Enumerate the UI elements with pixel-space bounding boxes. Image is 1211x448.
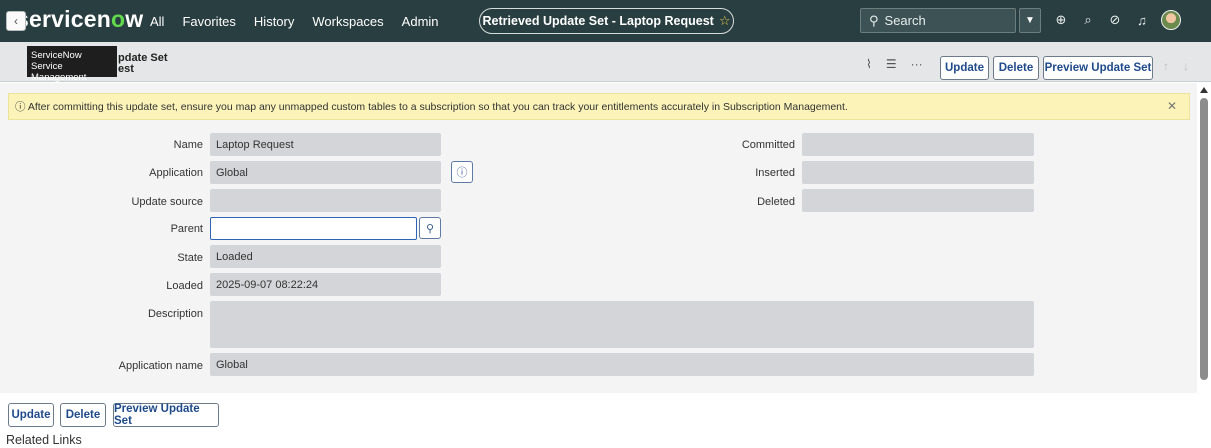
state-field: Loaded <box>210 245 441 268</box>
servicenow-logo[interactable]: servicenow <box>16 6 143 33</box>
globe-icon[interactable]: ⊕ <box>1053 12 1069 28</box>
loaded-label: Loaded <box>166 280 203 292</box>
description-field <box>210 301 1034 348</box>
product-tooltip: ServiceNow Service Management <box>27 46 117 83</box>
form-title: pdate Set est <box>118 53 168 75</box>
related-links-heading: Related Links <box>6 433 82 447</box>
nav-favorites[interactable]: Favorites <box>182 14 235 29</box>
close-icon[interactable]: ✕ <box>1167 99 1177 113</box>
search-icon: ⚲ <box>425 222 435 235</box>
record-navigation: ↑ ↓ <box>1163 59 1189 73</box>
notification-bell-icon[interactable]: ♫ <box>1134 13 1150 28</box>
nav-links: All Favorites History Workspaces Admin <box>150 0 457 42</box>
header-icons: ⌇ ☰ ··· <box>866 57 923 71</box>
nav-admin[interactable]: Admin <box>402 14 439 29</box>
application-info-button[interactable]: ⓘ <box>451 161 473 183</box>
state-label: State <box>177 252 203 264</box>
search-scope-dropdown[interactable]: ▼ <box>1019 8 1041 33</box>
parent-label: Parent <box>170 223 203 235</box>
name-label: Name <box>173 139 203 151</box>
subscription-info-banner: ⓘ After committing this update set, ensu… <box>8 93 1190 120</box>
inserted-label: Inserted <box>755 167 795 179</box>
back-button[interactable]: ‹ <box>6 11 26 31</box>
search-icon: ⚲ <box>869 12 879 28</box>
tooltip-line-2: Service Management <box>31 61 87 83</box>
parent-lookup-button[interactable]: ⚲ <box>419 217 441 239</box>
info-icon: ⓘ <box>456 167 468 179</box>
nav-all[interactable]: All <box>150 14 164 29</box>
delete-button-top[interactable]: Delete <box>993 56 1039 80</box>
search-placeholder: Search <box>884 13 926 28</box>
committed-field <box>802 133 1034 156</box>
update-button-bottom[interactable]: Update <box>8 403 54 427</box>
form-title-line-2: est <box>118 63 134 75</box>
attachment-icon[interactable]: ⌇ <box>866 57 872 71</box>
user-avatar[interactable] <box>1161 10 1181 30</box>
update-source-field <box>210 189 441 212</box>
update-source-label: Update source <box>131 196 203 208</box>
inserted-field <box>802 161 1034 184</box>
nav-icons: ⊕ ⌕ ⊘ ♫ <box>1053 10 1181 30</box>
application-name-label: Application name <box>118 360 203 372</box>
nav-history[interactable]: History <box>254 14 294 29</box>
more-options-icon[interactable]: ··· <box>911 57 923 71</box>
tooltip-line-1: ServiceNow <box>31 50 82 61</box>
record-title-pill[interactable]: Retrieved Update Set - Laptop Request ☆ <box>479 8 734 34</box>
application-name-field: Global <box>210 353 1034 376</box>
favorite-star-icon[interactable]: ☆ <box>719 13 731 29</box>
committed-label: Committed <box>741 139 795 151</box>
loaded-field: 2025-09-07 08:22:24 <box>210 273 441 296</box>
application-field: Global <box>210 161 441 184</box>
next-record-icon[interactable]: ↓ <box>1183 59 1189 73</box>
parent-input[interactable] <box>210 217 417 240</box>
scroll-up-icon[interactable] <box>1200 87 1208 93</box>
vertical-scrollbar[interactable] <box>1197 83 1211 393</box>
banner-text: ⓘ After committing this update set, ensu… <box>15 101 848 113</box>
deleted-label: Deleted <box>757 196 795 208</box>
preview-update-set-button-bottom[interactable]: Preview Update Set <box>113 403 219 427</box>
preview-update-set-button-top[interactable]: Preview Update Set <box>1043 56 1153 80</box>
application-label: Application <box>149 167 203 179</box>
global-search-input[interactable]: ⚲ Search <box>860 8 1016 33</box>
scrollbar-thumb[interactable] <box>1200 98 1208 380</box>
delete-button-bottom[interactable]: Delete <box>60 403 106 427</box>
name-field: Laptop Request <box>210 133 441 156</box>
nav-workspaces[interactable]: Workspaces <box>312 14 383 29</box>
chat-icon[interactable]: ⌕ <box>1080 12 1096 28</box>
previous-record-icon[interactable]: ↑ <box>1163 59 1169 73</box>
description-label: Description <box>147 308 203 320</box>
personalize-icon[interactable]: ☰ <box>886 57 897 71</box>
deleted-field <box>802 189 1034 212</box>
top-navigation-bar: servicenow All Favorites History Workspa… <box>0 0 1211 42</box>
update-button-top[interactable]: Update <box>940 56 989 80</box>
help-icon[interactable]: ⊘ <box>1107 12 1123 28</box>
record-title: Retrieved Update Set - Laptop Request <box>482 14 714 28</box>
